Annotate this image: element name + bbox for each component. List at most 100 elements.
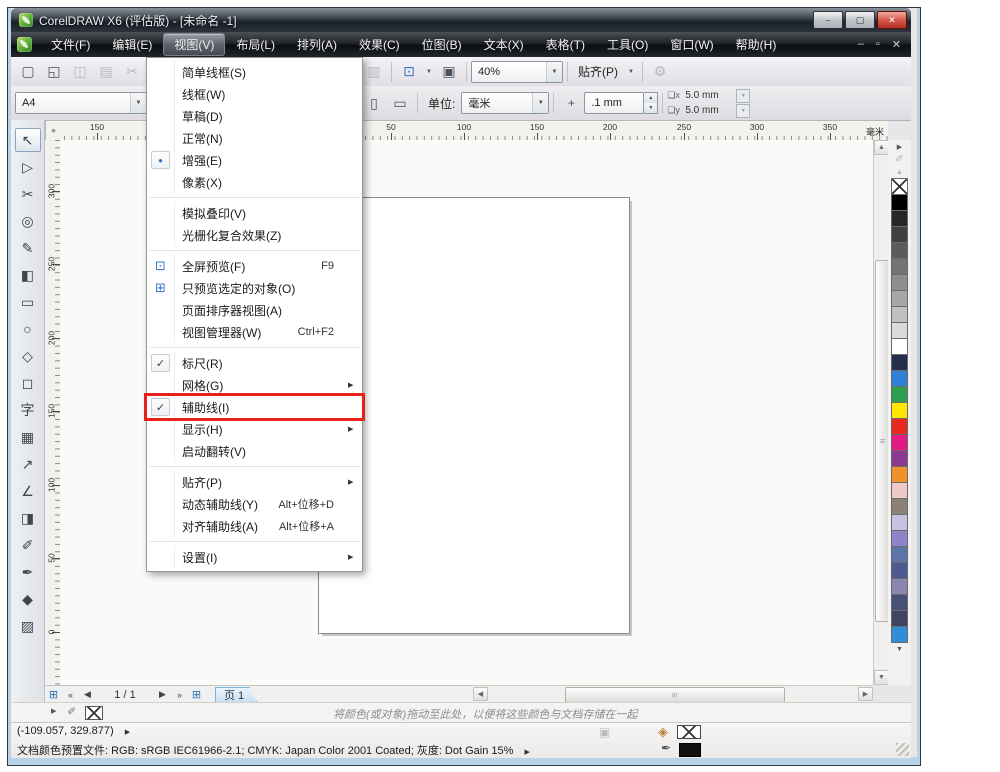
shape-tool[interactable]: ▷	[15, 155, 41, 179]
color-swatch[interactable]	[891, 194, 908, 211]
scroll-down-icon[interactable]: ▼	[874, 670, 889, 685]
menubar-item[interactable]: 效果(C)	[348, 33, 411, 56]
maximize-button[interactable]: ▢	[845, 11, 875, 29]
palette-flyout-icon[interactable]: ▶	[888, 140, 911, 153]
preview-mode-icon[interactable]: ▣	[438, 61, 460, 83]
duplicate-x-caret-icon[interactable]: ▼	[736, 89, 750, 103]
menubar-item[interactable]: 表格(T)	[535, 33, 596, 56]
mdi-close-button[interactable]: ✕	[892, 38, 901, 51]
dimension-tool[interactable]: ↗	[15, 452, 41, 476]
view-menu-item-simple-wireframe[interactable]: 简单线框(S)	[147, 61, 362, 83]
color-swatch[interactable]	[891, 594, 908, 611]
mdi-restore-button[interactable]: ▫	[876, 38, 880, 51]
portrait-icon[interactable]: ▯	[363, 92, 385, 114]
color-swatch[interactable]	[891, 466, 908, 483]
add-page-icon[interactable]: ⊞	[45, 688, 62, 701]
color-swatch[interactable]	[891, 322, 908, 339]
duplicate-x-value[interactable]: 5.0 mm	[685, 90, 733, 101]
view-menu-item-show[interactable]: 显示(H)▶	[147, 418, 362, 440]
menubar-item[interactable]: 排列(A)	[286, 33, 348, 56]
menubar-item[interactable]: 窗口(W)	[659, 33, 724, 56]
view-menu-item-full-screen-preview[interactable]: ⊡全屏预览(F)F9	[147, 255, 362, 277]
palette-scroll-up-icon[interactable]: ▲	[888, 166, 911, 179]
view-menu-item-enhanced[interactable]: ●增强(E)	[147, 149, 362, 171]
snap-caret-icon[interactable]: ▼	[626, 61, 636, 83]
menubar-item[interactable]: 位图(B)	[411, 33, 473, 56]
blend-tool[interactable]: ◨	[15, 506, 41, 530]
view-menu-item-guidelines[interactable]: ✓辅助线(I)	[147, 396, 362, 418]
palette-scroll-down-icon[interactable]: ▼	[888, 643, 911, 656]
document-page[interactable]	[318, 197, 630, 634]
basic-shapes-tool[interactable]: ◻	[15, 371, 41, 395]
page-size-combo[interactable]: A4 ▼	[15, 92, 147, 114]
pick-tool[interactable]: ↖	[15, 128, 41, 152]
palette-eyedropper-icon[interactable]: ✐	[888, 153, 911, 166]
color-swatch[interactable]	[891, 258, 908, 275]
first-page-icon[interactable]: «	[62, 690, 79, 700]
coordinates-flyout-icon[interactable]: ▶	[125, 729, 130, 736]
menubar-item[interactable]: 视图(V)	[163, 33, 225, 56]
mdi-minimize-button[interactable]: –	[858, 38, 864, 51]
color-swatch[interactable]	[891, 402, 908, 419]
nudge-spinner[interactable]: ▲ ▼	[644, 92, 658, 114]
no-color-swatch[interactable]	[891, 178, 908, 195]
view-menu-item-dynamic-guides[interactable]: 动态辅助线(Y)Alt+位移+D	[147, 493, 362, 515]
scroll-up-icon[interactable]: ▲	[874, 140, 889, 155]
color-swatch[interactable]	[891, 626, 908, 643]
zoom-tool[interactable]: ◎	[15, 209, 41, 233]
fill-tool[interactable]: ◆	[15, 587, 41, 611]
last-page-icon[interactable]: »	[171, 690, 188, 700]
duplicate-y-value[interactable]: 5.0 mm	[685, 105, 733, 116]
menubar-item[interactable]: 编辑(E)	[101, 33, 163, 56]
fullscreen-preview-caret-icon[interactable]: ▼	[424, 61, 434, 83]
color-swatch[interactable]	[891, 546, 908, 563]
horizontal-scrollbar[interactable]: ◀ ≡ ▶	[473, 685, 873, 703]
freehand-tool[interactable]: ✎	[15, 236, 41, 260]
spin-down-icon[interactable]: ▼	[644, 103, 657, 113]
minimize-button[interactable]: –	[813, 11, 843, 29]
units-caret-icon[interactable]: ▼	[532, 93, 548, 113]
page-tab[interactable]: 页 1	[215, 687, 257, 703]
window-resize-grip[interactable]	[896, 743, 909, 756]
view-menu-item-setup[interactable]: 设置(I)▶	[147, 546, 362, 568]
color-swatch[interactable]	[891, 354, 908, 371]
snap-to-button[interactable]: 贴齐(P)	[578, 63, 618, 80]
color-swatch[interactable]	[891, 306, 908, 323]
color-swatch[interactable]	[891, 226, 908, 243]
color-swatch[interactable]	[891, 530, 908, 547]
previous-page-icon[interactable]: ◀	[79, 689, 96, 700]
nudge-field[interactable]: .1 mm	[584, 92, 644, 114]
document-palette-flyout-icon[interactable]: ▶	[51, 707, 56, 715]
document-palette-eyedropper-icon[interactable]: ✐	[67, 705, 76, 718]
menubar-item[interactable]: 帮助(H)	[725, 33, 788, 56]
color-swatch[interactable]	[891, 450, 908, 467]
scroll-left-icon[interactable]: ◀	[473, 687, 488, 701]
color-swatch[interactable]	[891, 482, 908, 499]
interactive-fill-tool[interactable]: ▨	[15, 614, 41, 638]
page-size-caret-icon[interactable]: ▼	[130, 93, 146, 113]
connector-tool[interactable]: ∠	[15, 479, 41, 503]
color-swatch[interactable]	[891, 210, 908, 227]
fullscreen-preview-button[interactable]: ⊡	[398, 61, 420, 83]
view-menu-item-preview-selected-only[interactable]: ⊞只预览选定的对象(O)	[147, 277, 362, 299]
color-swatch[interactable]	[891, 386, 908, 403]
color-profile-flyout-icon[interactable]: ▶	[524, 749, 529, 756]
color-swatch[interactable]	[891, 434, 908, 451]
vertical-scrollbar[interactable]: ▲ ≡ ▼	[873, 140, 889, 685]
close-button[interactable]: ✕	[877, 11, 907, 29]
view-menu-item-draft[interactable]: 草稿(D)	[147, 105, 362, 127]
spin-up-icon[interactable]: ▲	[644, 93, 657, 103]
smart-fill-tool[interactable]: ◧	[15, 263, 41, 287]
zoom-caret-icon[interactable]: ▼	[546, 62, 562, 82]
color-swatch[interactable]	[891, 610, 908, 627]
new-document-icon[interactable]: ▢	[17, 61, 39, 83]
ellipse-tool[interactable]: ○	[15, 317, 41, 341]
color-swatch[interactable]	[891, 498, 908, 515]
duplicate-y-caret-icon[interactable]: ▼	[736, 104, 750, 118]
color-swatch[interactable]	[891, 514, 908, 531]
open-icon[interactable]: ◱	[43, 61, 65, 83]
color-swatch[interactable]	[891, 418, 908, 435]
color-swatch[interactable]	[891, 290, 908, 307]
outline-pen-tool[interactable]: ✒	[15, 560, 41, 584]
menubar-item[interactable]: 文本(X)	[473, 33, 535, 56]
